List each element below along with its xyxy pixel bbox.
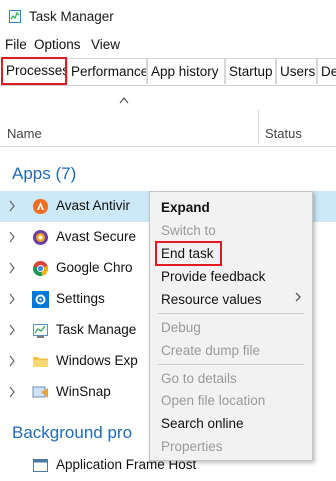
sort-caret-icon[interactable] bbox=[119, 96, 129, 104]
chevron-right-icon[interactable] bbox=[8, 355, 16, 367]
menu-provide-feedback[interactable]: Provide feedback bbox=[161, 269, 265, 284]
chevron-right-icon[interactable] bbox=[8, 231, 16, 243]
tab-startup[interactable]: Startup bbox=[225, 58, 276, 84]
tab-details[interactable]: De bbox=[317, 58, 336, 84]
context-menu: Expand Switch to End task Provide feedba… bbox=[149, 191, 313, 461]
column-header-status[interactable]: Status bbox=[265, 126, 302, 141]
group-header-apps[interactable]: Apps (7) bbox=[12, 164, 76, 184]
chevron-right-icon[interactable] bbox=[8, 262, 16, 274]
menu-separator bbox=[158, 313, 304, 314]
chevron-right-icon[interactable] bbox=[8, 324, 16, 336]
menu-open-file-location[interactable]: Open file location bbox=[161, 393, 265, 408]
tab-performance[interactable]: Performance bbox=[67, 58, 147, 84]
menu-switch-to[interactable]: Switch to bbox=[161, 223, 216, 238]
chevron-right-icon[interactable] bbox=[8, 386, 16, 398]
header-divider bbox=[0, 146, 336, 147]
tab-users[interactable]: Users bbox=[276, 58, 317, 84]
column-header-name[interactable]: Name bbox=[7, 126, 42, 141]
row-label: Google Chro bbox=[56, 260, 133, 275]
row-label: Task Manage bbox=[56, 322, 137, 337]
menu-end-task[interactable]: End task bbox=[161, 246, 214, 261]
chevron-right-icon[interactable] bbox=[8, 200, 16, 212]
menu-debug[interactable]: Debug bbox=[161, 320, 201, 335]
menu-file[interactable]: File bbox=[5, 37, 27, 52]
avast-icon bbox=[33, 199, 48, 214]
tab-app-history[interactable]: App history bbox=[147, 58, 225, 84]
menu-properties[interactable]: Properties bbox=[161, 439, 223, 454]
tab-processes[interactable]: Processes bbox=[1, 57, 67, 85]
menu-go-to-details[interactable]: Go to details bbox=[161, 371, 237, 386]
row-label: Settings bbox=[56, 291, 105, 306]
menu-view[interactable]: View bbox=[91, 37, 120, 52]
row-label: Windows Exp bbox=[56, 353, 138, 368]
window-title: Task Manager bbox=[29, 9, 114, 24]
settings-icon bbox=[32, 291, 49, 308]
row-label: Avast Antivir bbox=[56, 198, 131, 213]
avast-secure-browser-icon bbox=[33, 230, 48, 245]
row-label: Avast Secure bbox=[56, 229, 137, 244]
menu-search-online[interactable]: Search online bbox=[161, 416, 244, 431]
tab-strip: Processes Performance App history Startu… bbox=[0, 57, 336, 86]
menu-separator bbox=[158, 364, 304, 365]
row-label: WinSnap bbox=[56, 384, 111, 399]
column-divider bbox=[258, 110, 259, 144]
chrome-icon bbox=[33, 261, 48, 276]
menu-expand[interactable]: Expand bbox=[161, 200, 210, 215]
menu-resource-values[interactable]: Resource values bbox=[161, 292, 262, 307]
menu-create-dump[interactable]: Create dump file bbox=[161, 343, 260, 358]
menu-options[interactable]: Options bbox=[34, 37, 81, 52]
chevron-right-icon[interactable] bbox=[8, 293, 16, 305]
task-manager-app-icon bbox=[9, 10, 21, 23]
app-frame-host-icon bbox=[33, 459, 48, 472]
chevron-right-icon bbox=[295, 292, 301, 302]
group-header-background[interactable]: Background pro bbox=[12, 423, 132, 443]
winsnap-icon bbox=[32, 386, 48, 398]
task-manager-icon bbox=[33, 324, 48, 338]
windows-explorer-icon bbox=[33, 357, 48, 367]
